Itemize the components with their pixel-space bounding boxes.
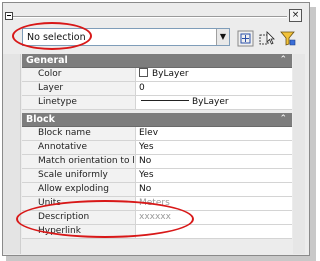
- property-label: Allow exploding: [22, 183, 136, 196]
- property-label: Linetype: [22, 96, 136, 109]
- property-grid: General ⌃ Color ByLayer Layer 0 Linetype…: [22, 54, 292, 239]
- object-type-dropdown[interactable]: No selection ▼: [22, 28, 230, 46]
- property-value[interactable]: Meters: [136, 197, 292, 210]
- linetype-value-text: ByLayer: [192, 97, 229, 107]
- property-row-color[interactable]: Color ByLayer: [22, 68, 292, 82]
- property-label: Scale uniformly: [22, 169, 136, 182]
- palette-titlebar[interactable]: ×: [3, 3, 309, 25]
- category-general-title: General: [26, 55, 68, 66]
- collapse-icon[interactable]: ⌃: [279, 113, 287, 126]
- property-value[interactable]: [136, 225, 292, 238]
- property-label: Match orientation to l...: [22, 155, 136, 168]
- property-row-linetype[interactable]: Linetype ByLayer: [22, 96, 292, 110]
- property-value-layer[interactable]: 0: [136, 82, 292, 95]
- category-block-header[interactable]: Block ⌃: [22, 113, 292, 127]
- property-row-hyperlink[interactable]: Hyperlink: [22, 225, 292, 239]
- close-button[interactable]: ×: [289, 9, 302, 22]
- property-label: Block name: [22, 127, 136, 140]
- quick-select-icon[interactable]: [278, 29, 297, 48]
- vertical-scrollbar[interactable]: [293, 54, 305, 254]
- property-label: Description: [22, 211, 136, 224]
- property-value[interactable]: Elev: [136, 127, 292, 140]
- category-general-header[interactable]: General ⌃: [22, 54, 292, 68]
- left-gutter: [3, 54, 21, 254]
- property-value[interactable]: Yes: [136, 141, 292, 154]
- property-label: Color: [22, 68, 136, 81]
- titlebar-grip: [13, 16, 287, 18]
- color-value-text: ByLayer: [152, 69, 189, 79]
- collapse-icon[interactable]: ⌃: [279, 54, 287, 67]
- property-value[interactable]: No: [136, 155, 292, 168]
- property-value[interactable]: No: [136, 183, 292, 196]
- property-value-description[interactable]: xxxxxx: [136, 211, 292, 224]
- property-value-color[interactable]: ByLayer: [136, 68, 292, 81]
- property-label: Layer: [22, 82, 136, 95]
- property-value[interactable]: Yes: [136, 169, 292, 182]
- property-row-scale-uniformly[interactable]: Scale uniformly Yes: [22, 169, 292, 183]
- linetype-preview: [141, 100, 189, 101]
- property-label: Annotative: [22, 141, 136, 154]
- property-label: Hyperlink: [22, 225, 136, 238]
- property-row-match-orientation[interactable]: Match orientation to l... No: [22, 155, 292, 169]
- object-type-value: No selection: [27, 32, 86, 43]
- property-row-allow-exploding[interactable]: Allow exploding No: [22, 183, 292, 197]
- chevron-down-icon[interactable]: ▼: [216, 29, 229, 45]
- property-row-layer[interactable]: Layer 0: [22, 82, 292, 96]
- property-value-linetype[interactable]: ByLayer: [136, 96, 292, 109]
- category-block-title: Block: [26, 114, 55, 125]
- toggle-pickadd-icon[interactable]: [236, 29, 255, 48]
- property-row-units[interactable]: Units Meters: [22, 197, 292, 211]
- property-label: Units: [22, 197, 136, 210]
- select-objects-icon[interactable]: [257, 29, 276, 48]
- minimize-icon[interactable]: [5, 12, 13, 20]
- properties-palette: × No selection ▼ General ⌃ Color ByLayer…: [2, 2, 310, 256]
- property-row-description[interactable]: Description xxxxxx: [22, 211, 292, 225]
- property-row-annotative[interactable]: Annotative Yes: [22, 141, 292, 155]
- property-row-block-name[interactable]: Block name Elev: [22, 127, 292, 141]
- color-swatch: [139, 68, 148, 77]
